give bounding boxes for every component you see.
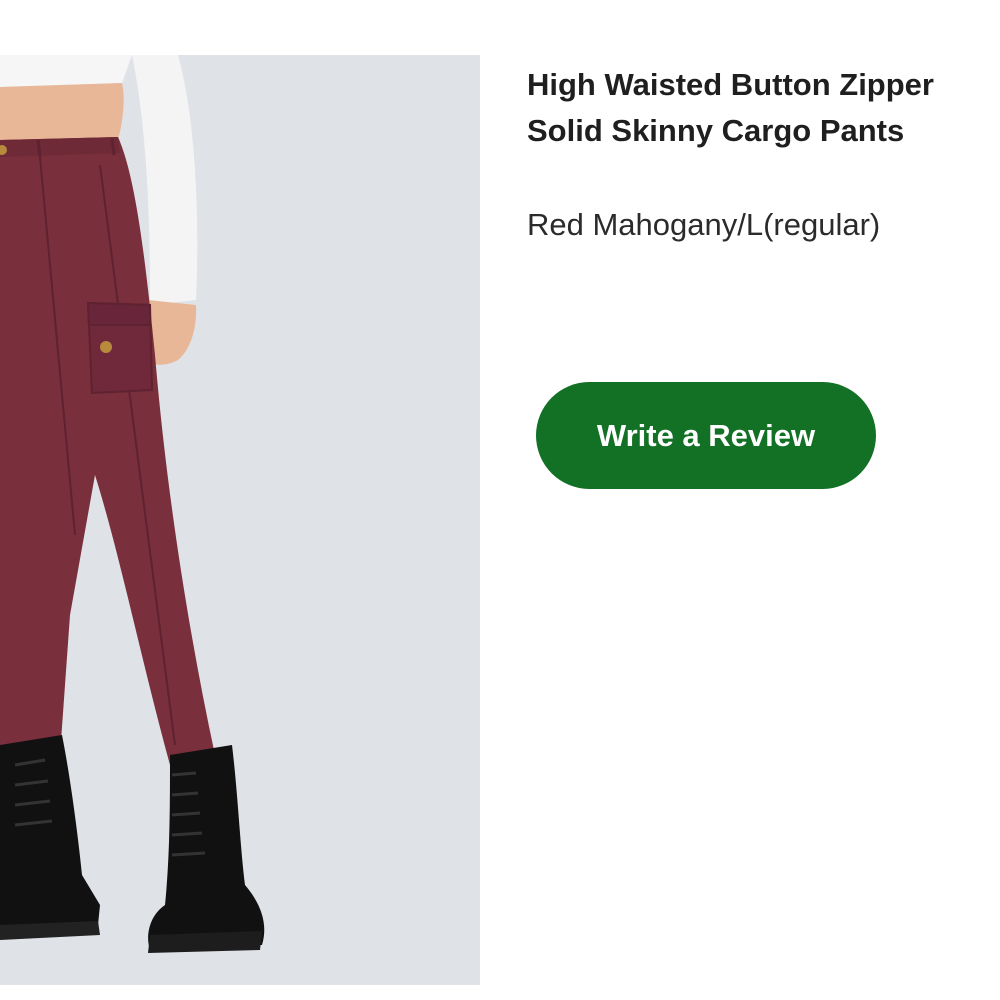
write-review-button[interactable]: Write a Review: [536, 382, 876, 489]
product-title-line2: Solid Skinny Cargo Pants: [527, 113, 905, 148]
product-title-line1: High Waisted Button Zipper: [527, 67, 934, 102]
product-title: High Waisted Button Zipper Solid Skinny …: [527, 62, 1000, 154]
product-image: [0, 55, 480, 985]
product-variant: Red Mahogany/L(regular): [527, 207, 881, 242]
